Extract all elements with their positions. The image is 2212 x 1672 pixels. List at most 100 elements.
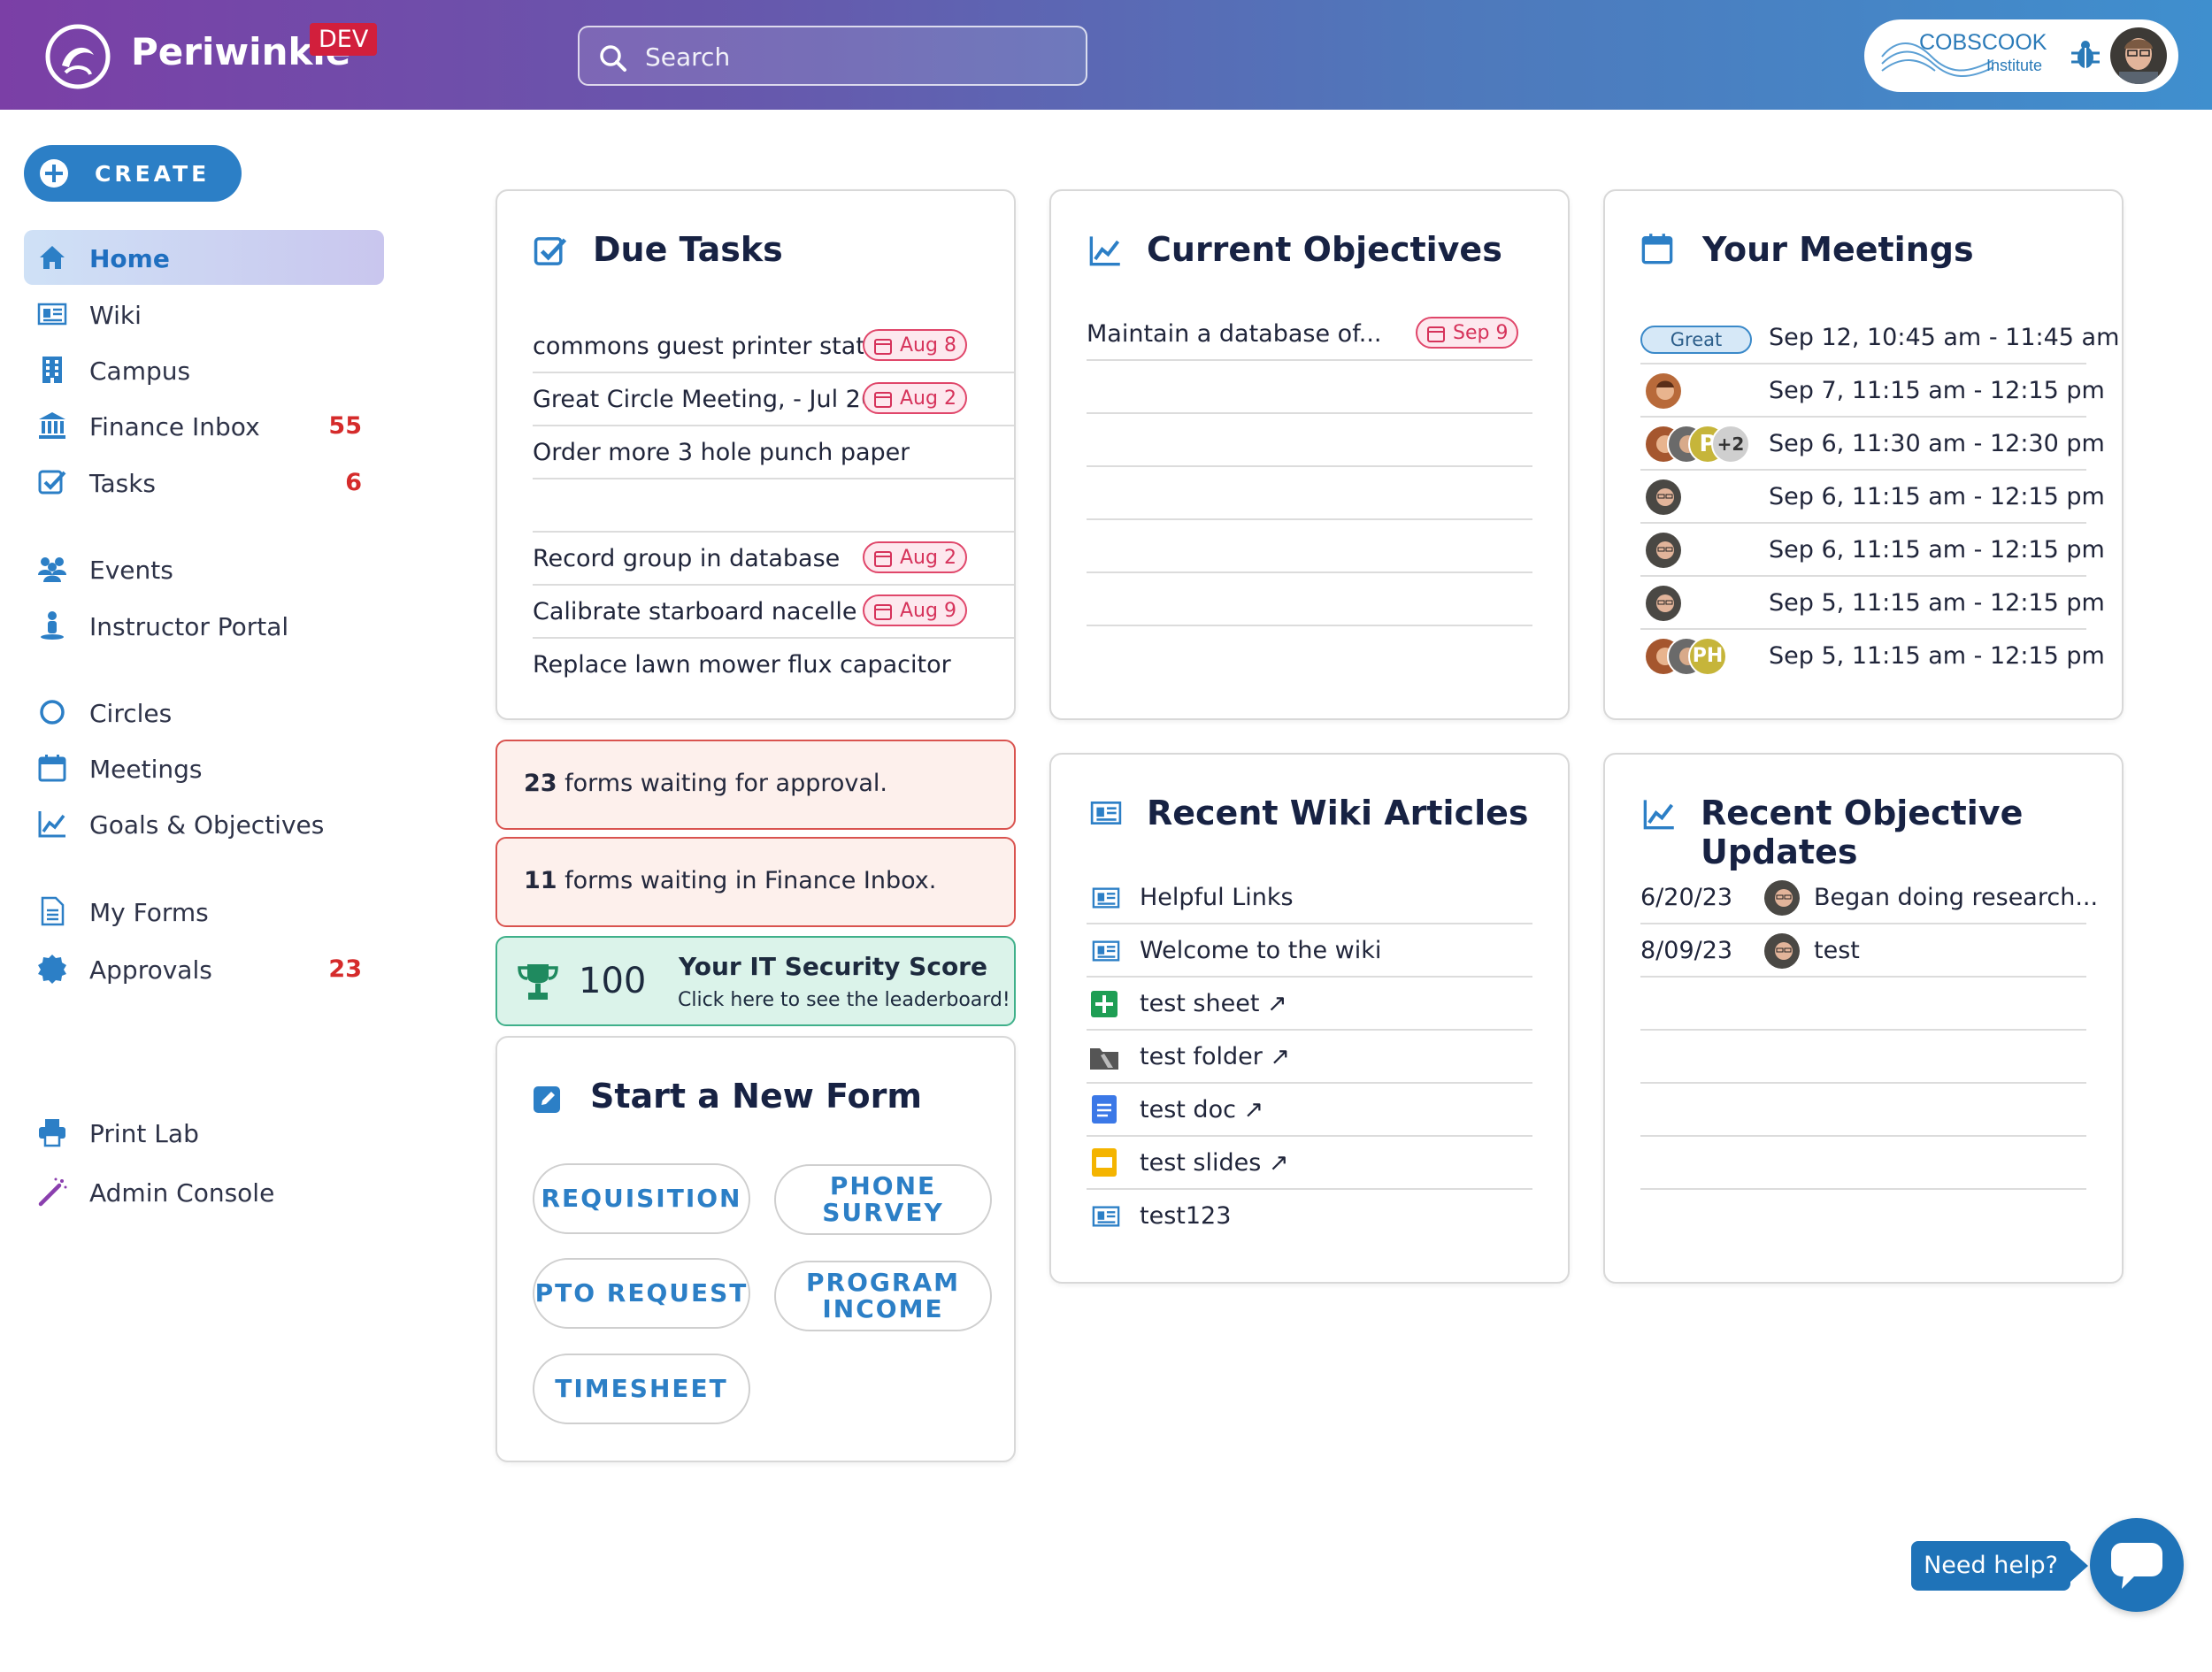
task-row[interactable]: commons guest printer static Aug 8	[533, 320, 1014, 373]
sidebar-item-meetings[interactable]: Meetings	[24, 740, 384, 795]
objective-text: Maintain a database of...	[1087, 320, 1382, 348]
update-date: 8/09/23	[1640, 937, 1733, 964]
sidebar-item-label: Wiki	[89, 301, 142, 330]
security-score-banner[interactable]: 100 Your IT Security Score Click here to…	[495, 936, 1016, 1026]
wiki-article-row[interactable]: Welcome to the wiki	[1087, 924, 1532, 978]
task-row[interactable]: Calibrate starboard nacelle su Aug 9	[533, 586, 1014, 639]
meeting-row[interactable]: Great Sep 12, 10:45 am - 11:45 am	[1640, 311, 2119, 364]
sidebar-item-events[interactable]: Events	[24, 541, 384, 596]
search-input[interactable]	[643, 36, 1071, 77]
due-date-badge: Aug 9	[863, 594, 967, 626]
author-avatar	[1763, 932, 1801, 970]
calendar-icon	[1641, 234, 1673, 265]
sidebar-item-label: Tasks	[89, 469, 157, 498]
objective-update-row[interactable]: 6/20/23 Began doing research...	[1640, 871, 2098, 924]
task-row[interactable]: Replace lawn mower flux capacitor	[533, 639, 1014, 692]
wiki-article-row[interactable]: Helpful Links	[1087, 871, 1532, 924]
sidebar-item-finance-inbox[interactable]: Finance Inbox 55	[24, 398, 384, 453]
objective-row-empty	[1087, 361, 1532, 414]
sidebar-item-my-forms[interactable]: My Forms	[24, 884, 384, 939]
user-avatar[interactable]	[2110, 27, 2167, 84]
approval-alert[interactable]: 23 forms waiting for approval.	[495, 740, 1016, 830]
meeting-row[interactable]: P +2 Sep 6, 11:30 am - 12:30 pm	[1640, 418, 2105, 471]
program-income-button[interactable]: PROGRAM INCOME	[774, 1261, 992, 1331]
finance-inbox-count: 55	[328, 412, 362, 440]
meeting-row[interactable]: Sep 6, 11:15 am - 12:15 pm	[1640, 471, 2105, 524]
task-row[interactable]: Great Circle Meeting, - Jul 26, Aug 2	[533, 373, 1014, 426]
bug-report-icon[interactable]	[2068, 37, 2103, 73]
sidebar-item-label: Finance Inbox	[89, 412, 260, 441]
circle-icon	[40, 700, 65, 725]
objective-update-row-empty	[1640, 1031, 2086, 1084]
sidebar-item-campus[interactable]: Campus	[24, 342, 384, 397]
wiki-article-row[interactable]: test slides ↗	[1087, 1137, 1532, 1190]
magic-wand-icon	[38, 1177, 67, 1207]
objective-update-row-empty	[1640, 1137, 2086, 1190]
requisition-button[interactable]: REQUISITION	[533, 1163, 750, 1234]
home-icon	[40, 246, 65, 269]
objective-row-empty	[1087, 414, 1532, 467]
objective-row[interactable]: Maintain a database of... Sep 9	[1087, 308, 1532, 361]
create-button[interactable]: CREATE	[24, 145, 242, 202]
wiki-article-row[interactable]: test123	[1087, 1190, 1532, 1243]
wiki-article-title: test slides ↗	[1140, 1149, 1289, 1177]
attendee-avatar	[1644, 531, 1683, 570]
wiki-article-row[interactable]: test doc ↗	[1087, 1084, 1532, 1137]
sidebar-item-print-lab[interactable]: Print Lab	[24, 1105, 384, 1160]
wiki-article-row[interactable]: test sheet ↗	[1087, 978, 1532, 1031]
task-row[interactable]: Record group in database Aug 2	[533, 533, 1014, 586]
need-help-tooltip[interactable]: Need help?	[1911, 1541, 2088, 1591]
meeting-time: Sep 6, 11:30 am - 12:30 pm	[1769, 430, 2105, 457]
timesheet-button[interactable]: TIMESHEET	[533, 1354, 750, 1424]
more-attendees-badge: +2	[1711, 425, 1750, 464]
objective-update-row-empty	[1640, 1084, 2086, 1137]
objective-row-empty	[1087, 467, 1532, 520]
newspaper-icon	[37, 303, 67, 326]
attendee-avatar	[1644, 372, 1683, 410]
org-switcher[interactable]: COBSCOOK Institute	[1864, 19, 2178, 92]
objective-update-row[interactable]: 8/09/23 test	[1640, 924, 2086, 978]
sidebar-item-admin-console[interactable]: Admin Console	[24, 1164, 384, 1219]
chart-line-icon	[38, 811, 65, 838]
finance-alert[interactable]: 11 forms waiting in Finance Inbox.	[495, 837, 1016, 927]
card-title: Recent Wiki Articles	[1147, 794, 1529, 832]
wiki-article-row[interactable]: test folder ↗	[1087, 1031, 1532, 1084]
seal-icon	[38, 955, 66, 984]
sidebar-item-circles[interactable]: Circles	[24, 685, 384, 740]
security-score: 100	[579, 961, 647, 1001]
sidebar-item-label: Circles	[89, 699, 173, 728]
task-row[interactable]: Order more 3 hole punch paper	[533, 426, 1014, 479]
pto-request-button[interactable]: PTO REQUEST	[533, 1258, 750, 1329]
sidebar-item-approvals[interactable]: Approvals 23	[24, 941, 384, 996]
periwinkle-logo-icon[interactable]	[44, 23, 111, 90]
calendar-icon	[1427, 326, 1445, 342]
recent-wiki-card: Recent Wiki Articles Helpful Links Welco…	[1049, 753, 1570, 1284]
wiki-article-title: test doc ↗	[1140, 1096, 1264, 1124]
task-row[interactable]	[533, 479, 1014, 533]
meeting-row[interactable]: PH Sep 5, 11:15 am - 12:15 pm	[1640, 630, 2105, 683]
sidebar-item-tasks[interactable]: Tasks 6	[24, 455, 384, 510]
search-box[interactable]	[578, 26, 1087, 86]
tasks-count: 6	[345, 469, 362, 496]
meeting-row[interactable]: Sep 6, 11:15 am - 12:15 pm	[1640, 524, 2105, 577]
meeting-row[interactable]: Sep 7, 11:15 am - 12:15 pm	[1640, 364, 2105, 418]
meeting-time: Sep 7, 11:15 am - 12:15 pm	[1769, 377, 2105, 404]
calendar-icon	[874, 392, 892, 408]
wiki-article-title: Welcome to the wiki	[1140, 937, 1382, 964]
sidebar-item-goals-objectives[interactable]: Goals & Objectives	[24, 796, 384, 851]
sidebar-item-wiki[interactable]: Wiki	[24, 287, 384, 341]
meeting-row[interactable]: Sep 5, 11:15 am - 12:15 pm	[1640, 577, 2105, 630]
people-icon	[38, 557, 66, 582]
google-slides-icon	[1092, 1148, 1117, 1177]
checkbox-icon	[38, 470, 66, 495]
sidebar-item-label: Goals & Objectives	[89, 810, 325, 840]
sidebar-item-instructor-portal[interactable]: Instructor Portal	[24, 598, 384, 653]
phone-survey-button[interactable]: PHONE SURVEY	[774, 1164, 992, 1235]
update-text: Began doing research...	[1814, 884, 2099, 911]
wiki-article-title: Helpful Links	[1140, 884, 1294, 911]
chat-button[interactable]	[2090, 1518, 2184, 1612]
task-text: Calibrate starboard nacelle su	[533, 598, 864, 625]
attendee-initial-avatar: PH	[1688, 637, 1727, 676]
env-badge: DEV	[310, 23, 378, 56]
sidebar-item-home[interactable]: Home	[24, 230, 384, 285]
